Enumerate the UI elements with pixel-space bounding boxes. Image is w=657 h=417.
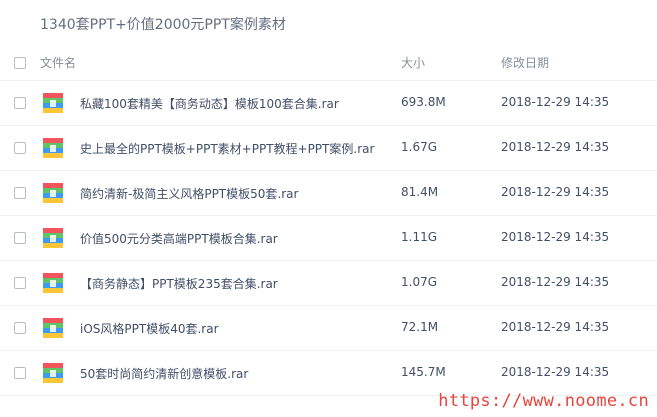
table-row[interactable]: 【商务静态】PPT模板235套合集.rar 1.07G 2018-12-29 1… <box>0 261 657 306</box>
file-modified: 2018-12-29 14:35 <box>501 140 610 154</box>
row-checkbox[interactable] <box>14 322 26 334</box>
table-row[interactable]: 简约清新-极简主义风格PPT模板50套.rar 81.4M 2018-12-29… <box>0 171 657 216</box>
file-modified: 2018-12-29 14:35 <box>501 230 610 244</box>
row-checkbox[interactable] <box>14 142 26 154</box>
watermark-url: https://www.noome.cn <box>438 391 649 411</box>
archive-icon <box>43 318 63 338</box>
row-checkbox[interactable] <box>14 97 26 109</box>
file-modified: 2018-12-29 14:35 <box>501 365 610 379</box>
archive-icon <box>43 93 63 113</box>
file-modified: 2018-12-29 14:35 <box>501 275 610 289</box>
file-rows: 私藏100套精美【商务动态】模板100套合集.rar 693.8M 2018-1… <box>0 81 657 396</box>
file-name[interactable]: 价值500元分类高端PPT模板合集.rar <box>80 230 278 247</box>
archive-icon <box>43 138 63 158</box>
column-header-name[interactable]: 文件名 <box>40 54 76 71</box>
file-modified: 2018-12-29 14:35 <box>501 185 610 199</box>
file-size: 693.8M <box>401 95 446 109</box>
file-name[interactable]: iOS风格PPT模板40套.rar <box>80 320 219 337</box>
select-all-checkbox[interactable] <box>14 57 26 69</box>
file-list-header: 文件名 大小 修改日期 <box>0 42 657 81</box>
column-header-size[interactable]: 大小 <box>401 54 425 71</box>
archive-icon <box>43 273 63 293</box>
table-row[interactable]: 私藏100套精美【商务动态】模板100套合集.rar 693.8M 2018-1… <box>0 81 657 126</box>
archive-icon <box>43 183 63 203</box>
file-name[interactable]: 史上最全的PPT模板+PPT素材+PPT教程+PPT案例.rar <box>80 140 374 157</box>
folder-title: 1340套PPT+价值2000元PPT案例素材 <box>40 17 286 33</box>
file-name[interactable]: 私藏100套精美【商务动态】模板100套合集.rar <box>80 95 339 112</box>
file-size: 1.07G <box>401 275 438 289</box>
file-list: 文件名 大小 修改日期 私藏100套精美【商务动态】模板100套合集.rar 6… <box>0 42 657 396</box>
file-size: 145.7M <box>401 365 446 379</box>
row-checkbox[interactable] <box>14 277 26 289</box>
row-checkbox[interactable] <box>14 367 26 379</box>
archive-icon <box>43 228 63 248</box>
archive-icon <box>43 363 63 383</box>
file-name[interactable]: 简约清新-极简主义风格PPT模板50套.rar <box>80 185 298 202</box>
file-size: 1.11G <box>401 230 438 244</box>
file-modified: 2018-12-29 14:35 <box>501 320 610 334</box>
column-header-modified[interactable]: 修改日期 <box>501 54 549 71</box>
file-size: 81.4M <box>401 185 439 199</box>
table-row[interactable]: iOS风格PPT模板40套.rar 72.1M 2018-12-29 14:35 <box>0 306 657 351</box>
file-name[interactable]: 【商务静态】PPT模板235套合集.rar <box>80 275 278 292</box>
table-row[interactable]: 史上最全的PPT模板+PPT素材+PPT教程+PPT案例.rar 1.67G 2… <box>0 126 657 171</box>
table-row[interactable]: 50套时尚简约清新创意模板.rar 145.7M 2018-12-29 14:3… <box>0 351 657 396</box>
file-size: 1.67G <box>401 140 438 154</box>
row-checkbox[interactable] <box>14 232 26 244</box>
row-checkbox[interactable] <box>14 187 26 199</box>
table-row[interactable]: 价值500元分类高端PPT模板合集.rar 1.11G 2018-12-29 1… <box>0 216 657 261</box>
file-modified: 2018-12-29 14:35 <box>501 95 610 109</box>
file-name[interactable]: 50套时尚简约清新创意模板.rar <box>80 365 248 382</box>
file-size: 72.1M <box>401 320 439 334</box>
